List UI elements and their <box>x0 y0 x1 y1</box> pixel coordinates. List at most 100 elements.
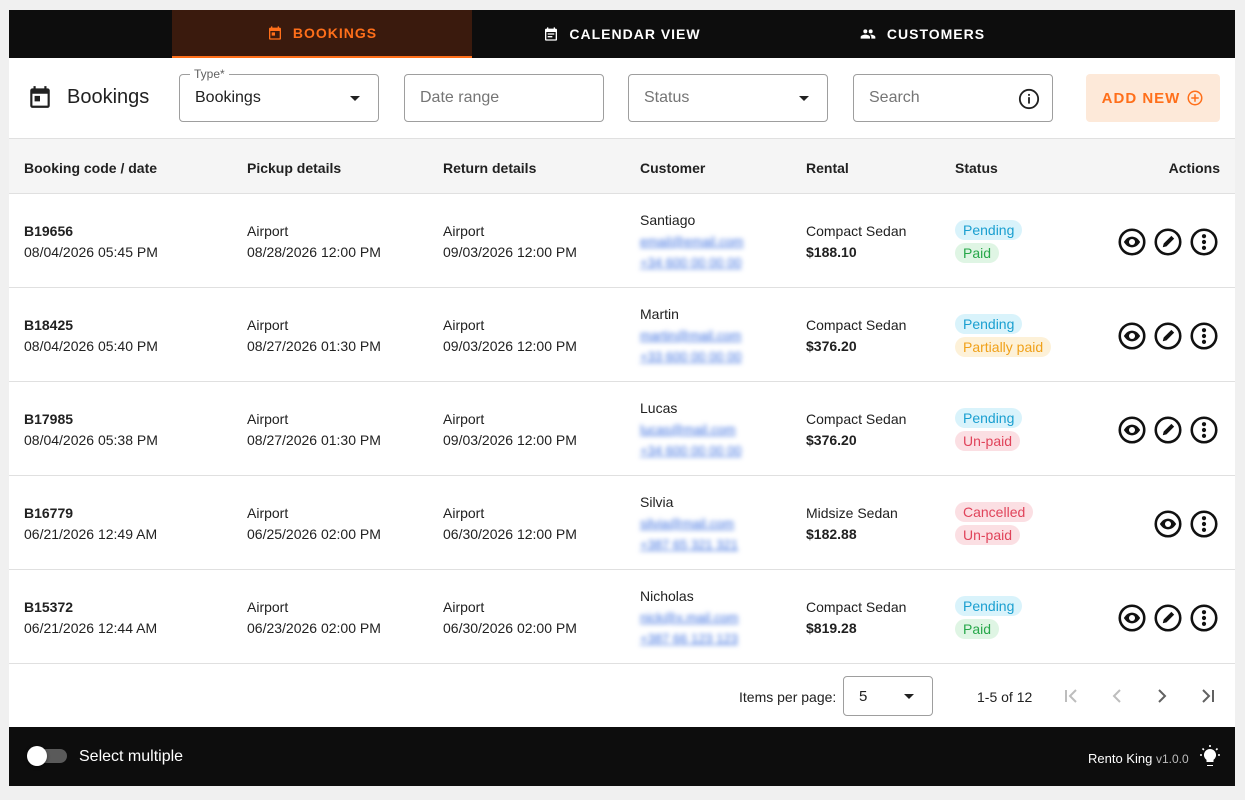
col-rental[interactable]: Rental <box>806 160 849 176</box>
col-return[interactable]: Return details <box>443 160 536 176</box>
booking-cell: B15372 06/21/2026 12:44 AM <box>24 597 157 639</box>
booking-code[interactable]: B19656 <box>24 221 158 242</box>
booking-code[interactable]: B15372 <box>24 597 157 618</box>
customer-phone-link[interactable]: +387 66 123 123 <box>640 628 738 649</box>
more-options-icon[interactable] <box>1190 510 1218 538</box>
booking-cell: B16779 06/21/2026 12:49 AM <box>24 503 157 545</box>
col-pickup[interactable]: Pickup details <box>247 160 341 176</box>
status-badge: Pending <box>955 220 1023 240</box>
tab-bookings[interactable]: BOOKINGS <box>172 10 472 58</box>
edit-icon[interactable] <box>1154 322 1182 350</box>
return-cell: Airport 09/03/2026 12:00 PM <box>443 315 577 357</box>
customer-phone-link[interactable]: +34 600 00 00 00 <box>640 440 742 461</box>
booking-date: 08/04/2026 05:38 PM <box>24 432 158 448</box>
return-cell: Airport 06/30/2026 12:00 PM <box>443 503 577 545</box>
customer-phone-link[interactable]: +34 600 00 00 00 <box>640 252 744 273</box>
calendar-icon <box>30 86 50 108</box>
last-page-icon[interactable] <box>1196 684 1220 708</box>
edit-icon[interactable] <box>1154 228 1182 256</box>
rental-cell: Compact Sedan $376.20 <box>806 409 906 451</box>
status-cell: Pending Partially paid <box>955 314 1052 360</box>
customer-email-link[interactable]: nick@x.mail.com <box>640 607 738 628</box>
items-per-page-select[interactable]: 5 <box>843 676 933 716</box>
booking-code[interactable]: B18425 <box>24 315 158 336</box>
pickup-location: Airport <box>247 599 289 615</box>
table-row[interactable]: B19656 08/04/2026 05:45 PM Airport 08/28/20… <box>9 194 1235 288</box>
edit-icon[interactable] <box>1154 416 1182 444</box>
customer-phone-link[interactable]: +33 600 00 00 00 <box>640 346 742 367</box>
return-location: Airport <box>443 411 485 427</box>
customer-email-link[interactable]: email@email.com <box>640 231 744 252</box>
payment-badge: Partially paid <box>955 337 1052 357</box>
table-body: B19656 08/04/2026 05:45 PM Airport 08/28/20… <box>9 194 1235 664</box>
type-select[interactable]: Type* Bookings <box>179 67 379 122</box>
return-location: Airport <box>443 223 485 239</box>
customer-name: Nicholas <box>640 588 694 604</box>
more-options-icon[interactable] <box>1190 604 1218 632</box>
booking-code[interactable]: B17985 <box>24 409 158 430</box>
customer-name: Santiago <box>640 212 696 228</box>
more-options-icon[interactable] <box>1190 228 1218 256</box>
row-actions <box>1118 604 1218 632</box>
app-frame: BOOKINGS CALENDAR VIEW CUSTOMERS Booking… <box>9 10 1235 786</box>
view-icon[interactable] <box>1118 228 1146 256</box>
more-options-icon[interactable] <box>1190 416 1218 444</box>
col-actions: Actions <box>1168 160 1220 176</box>
customer-email-link[interactable]: lucas@mail.com <box>640 419 742 440</box>
view-icon[interactable] <box>1118 604 1146 632</box>
page-title-text: Bookings <box>67 85 150 108</box>
customer-email-link[interactable]: silvia@mail.com <box>640 513 738 534</box>
table-row[interactable]: B15372 06/21/2026 12:44 AM Airport 06/23/20… <box>9 570 1235 664</box>
col-customer[interactable]: Customer <box>640 160 705 176</box>
return-location: Airport <box>443 317 485 333</box>
rental-cell: Compact Sedan $376.20 <box>806 315 906 357</box>
status-cell: Pending Paid <box>955 220 1023 266</box>
tab-label: CALENDAR VIEW <box>569 26 701 42</box>
page-title: Bookings <box>27 84 149 110</box>
tab-calendar-view[interactable]: CALENDAR VIEW <box>472 10 772 58</box>
booking-cell: B17985 08/04/2026 05:38 PM <box>24 409 158 451</box>
info-icon[interactable] <box>1018 88 1040 110</box>
col-status[interactable]: Status <box>955 160 998 176</box>
first-page-icon[interactable] <box>1059 684 1083 708</box>
date-range-placeholder: Date range <box>420 89 500 106</box>
table-row[interactable]: B17985 08/04/2026 05:38 PM Airport 08/27/20… <box>9 382 1235 476</box>
return-cell: Airport 09/03/2026 12:00 PM <box>443 409 577 451</box>
car-model: Compact Sedan <box>806 411 907 427</box>
next-page-icon[interactable] <box>1150 684 1174 708</box>
more-options-icon[interactable] <box>1190 322 1218 350</box>
view-icon[interactable] <box>1118 416 1146 444</box>
customer-email-link[interactable]: martin@mail.com <box>640 325 742 346</box>
return-time: 06/30/2026 12:00 PM <box>443 526 577 542</box>
prev-page-icon[interactable] <box>1105 684 1129 708</box>
pickup-location: Airport <box>247 223 289 239</box>
add-new-button[interactable]: ADD NEW <box>1086 74 1220 122</box>
bookings-table: Booking code / date Pickup details Retur… <box>9 138 1235 664</box>
lightbulb-icon[interactable] <box>1198 745 1222 769</box>
status-select[interactable]: Status <box>628 74 828 122</box>
select-multiple-toggle[interactable] <box>27 746 67 766</box>
view-icon[interactable] <box>1154 510 1182 538</box>
table-row[interactable]: B18425 08/04/2026 05:40 PM Airport 08/27/20… <box>9 288 1235 382</box>
items-per-page-label: Items per page: <box>739 689 837 705</box>
col-booking[interactable]: Booking code / date <box>24 160 157 176</box>
tab-customers[interactable]: CUSTOMERS <box>772 10 1072 58</box>
date-range-input[interactable]: Date range <box>404 74 604 122</box>
type-label: Type* <box>190 67 229 81</box>
customer-phone-link[interactable]: +387 65 321 321 <box>640 534 738 555</box>
brand-name: Rento King <box>1088 751 1153 766</box>
status-placeholder: Status <box>644 89 690 106</box>
search-input[interactable]: Search <box>853 74 1053 122</box>
rental-cell: Compact Sedan $819.28 <box>806 597 906 639</box>
booking-code[interactable]: B16779 <box>24 503 157 524</box>
calendar-view-icon <box>545 27 558 41</box>
rental-price: $182.88 <box>806 526 857 542</box>
edit-icon[interactable] <box>1154 604 1182 632</box>
return-time: 06/30/2026 02:00 PM <box>443 620 577 636</box>
table-row[interactable]: B16779 06/21/2026 12:49 AM Airport 06/25/20… <box>9 476 1235 570</box>
pickup-cell: Airport 06/25/2026 02:00 PM <box>247 503 381 545</box>
car-model: Midsize Sedan <box>806 505 898 521</box>
customer-cell: Nicholas nick@x.mail.com +387 66 123 123 <box>640 586 738 649</box>
view-icon[interactable] <box>1118 322 1146 350</box>
return-location: Airport <box>443 505 485 521</box>
